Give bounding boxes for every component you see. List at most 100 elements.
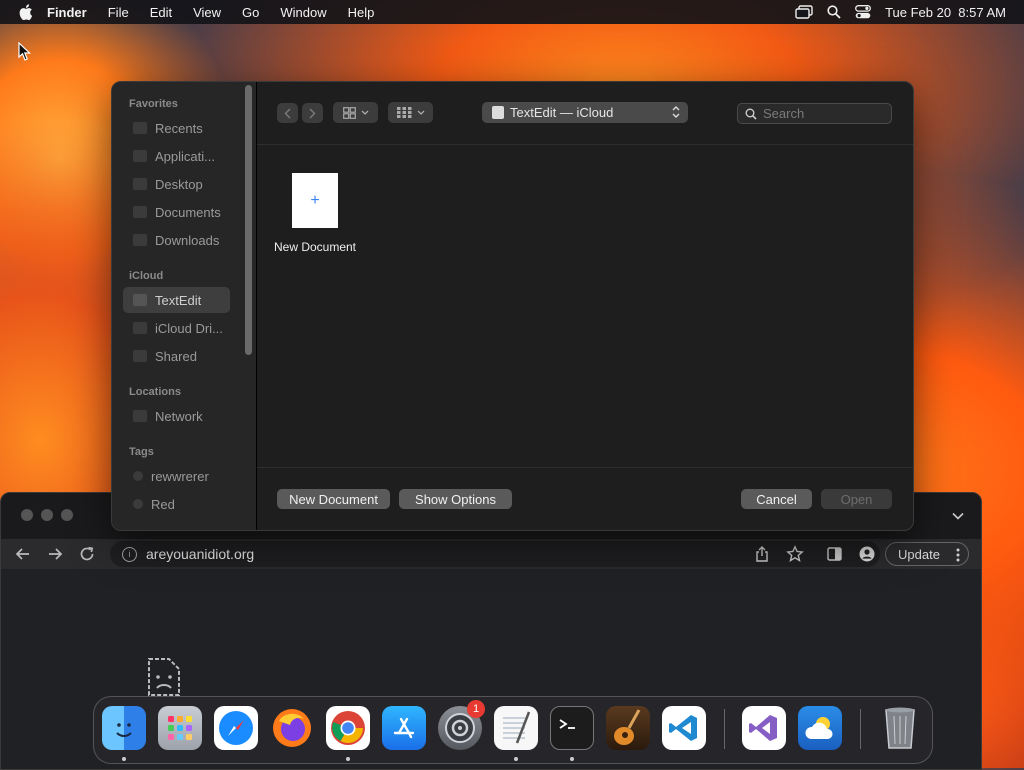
textedit-icon[interactable] — [494, 706, 538, 750]
group-by-button[interactable] — [388, 102, 433, 123]
side-panel-icon[interactable] — [827, 547, 842, 561]
grid-view-icon — [342, 106, 356, 119]
bookmark-star-icon[interactable] — [786, 545, 804, 563]
sidebar-item-tag-rewwrerer[interactable]: rewwrerer — [123, 463, 230, 489]
back-button[interactable] — [277, 103, 298, 123]
running-indicator — [514, 757, 518, 761]
sidebar-item-label: rewwrerer — [151, 468, 209, 484]
sidebar-item-shared[interactable]: Shared — [123, 343, 230, 369]
sidebar-item-network[interactable]: Network — [123, 403, 230, 429]
vscode-icon[interactable] — [662, 706, 706, 750]
location-popup[interactable]: TextEdit — iCloud — [482, 102, 688, 123]
site-info-icon[interactable]: i — [122, 546, 137, 562]
terminal-icon[interactable] — [550, 706, 594, 750]
tag-icon — [133, 471, 143, 481]
apple-menu-icon[interactable] — [19, 4, 33, 20]
sidebar-item-textedit[interactable]: TextEdit — [123, 287, 230, 313]
dialog-sidebar: Favorites Recents Applicati... Desktop D… — [112, 82, 257, 530]
sidebar-item-label: TextEdit — [155, 292, 202, 308]
cancel-button[interactable]: Cancel — [741, 489, 812, 509]
spotlight-search-icon[interactable] — [827, 5, 841, 19]
menu-edit[interactable]: Edit — [150, 5, 172, 20]
sidebar-item-downloads[interactable]: Downloads — [123, 227, 230, 253]
sidebar-item-label: Desktop — [155, 176, 203, 192]
show-options-button[interactable]: Show Options — [399, 489, 512, 509]
sidebar-item-label: Applicati... — [155, 148, 215, 164]
garageband-icon[interactable] — [606, 706, 650, 750]
mouse-cursor-icon — [18, 42, 31, 61]
network-icon — [133, 410, 147, 422]
window-minimize-button[interactable] — [41, 509, 53, 521]
sidebar-section-icloud: iCloud — [129, 270, 164, 282]
sidebar-item-applications[interactable]: Applicati... — [123, 143, 230, 169]
search-input[interactable] — [763, 106, 883, 121]
app-menu-finder[interactable]: Finder — [47, 5, 87, 20]
more-menu-icon[interactable] — [956, 548, 960, 562]
file-item-new-document[interactable]: + New Document — [272, 173, 358, 254]
sad-page-icon — [148, 658, 180, 696]
url-text: areyouanidiot.org — [146, 546, 255, 562]
chevron-left-icon — [284, 107, 291, 119]
back-arrow-icon[interactable] — [14, 545, 32, 563]
visual-studio-icon[interactable] — [742, 706, 786, 750]
open-button[interactable]: Open — [821, 489, 892, 509]
reload-icon[interactable] — [78, 545, 96, 563]
app-store-icon[interactable] — [382, 706, 426, 750]
dock-separator — [860, 709, 861, 749]
sidebar-item-label: Red — [151, 496, 175, 512]
tab-search-chevron-icon[interactable] — [952, 512, 964, 520]
forward-arrow-icon[interactable] — [46, 545, 64, 563]
share-icon[interactable] — [754, 546, 770, 563]
sidebar-item-desktop[interactable]: Desktop — [123, 171, 230, 197]
safari-icon[interactable] — [214, 706, 258, 750]
sidebar-item-label: Downloads — [155, 232, 220, 248]
menu-window[interactable]: Window — [280, 5, 326, 20]
new-document-button[interactable]: New Document — [277, 489, 390, 509]
dock — [93, 696, 933, 764]
downloads-icon — [133, 234, 147, 246]
sidebar-section-locations: Locations — [129, 386, 181, 398]
dialog-bottom-bar: New Document Show Options Cancel Open — [257, 467, 913, 530]
sidebar-item-recents[interactable]: Recents — [123, 115, 230, 141]
control-center-icon[interactable] — [855, 5, 872, 19]
window-zoom-button[interactable] — [61, 509, 73, 521]
search-field[interactable] — [737, 103, 892, 124]
location-label: TextEdit — iCloud — [510, 105, 614, 120]
menu-file[interactable]: File — [108, 5, 129, 20]
chevron-down-icon — [417, 110, 424, 115]
finder-icon[interactable] — [102, 706, 146, 750]
chevron-right-icon — [309, 107, 316, 119]
sidebar-item-label: Recents — [155, 120, 203, 136]
chevron-down-icon — [361, 110, 368, 115]
weather-icon[interactable] — [798, 706, 842, 750]
update-button[interactable]: Update — [885, 542, 969, 566]
profile-avatar-icon[interactable] — [859, 546, 875, 562]
chrome-icon[interactable] — [326, 706, 370, 750]
sidebar-item-icloud-drive[interactable]: iCloud Dri... — [123, 315, 230, 341]
icon-view-button[interactable] — [333, 102, 378, 123]
window-close-button[interactable] — [21, 509, 33, 521]
update-button-label: Update — [898, 546, 940, 562]
menu-go[interactable]: Go — [242, 5, 259, 20]
menu-help[interactable]: Help — [348, 5, 375, 20]
sidebar-section-tags: Tags — [129, 446, 154, 458]
screen-mirroring-icon[interactable] — [795, 5, 813, 19]
new-document-thumbnail[interactable]: + — [292, 173, 338, 228]
trash-icon[interactable] — [878, 706, 922, 750]
menu-view[interactable]: View — [193, 5, 221, 20]
sidebar-item-tag-red[interactable]: Red — [123, 491, 230, 517]
tag-icon — [133, 499, 143, 509]
running-indicator — [346, 757, 350, 761]
desktop-icon — [133, 178, 147, 190]
folder-icon — [133, 294, 147, 306]
launchpad-icon[interactable] — [158, 706, 202, 750]
forward-button[interactable] — [302, 103, 323, 123]
firefox-icon[interactable] — [270, 706, 314, 750]
dialog-toolbar: TextEdit — iCloud — [257, 82, 913, 145]
sidebar-item-documents[interactable]: Documents — [123, 199, 230, 225]
file-name: New Document — [273, 240, 357, 254]
menubar-clock[interactable]: Tue Feb 20 8:57 AM — [885, 5, 1006, 20]
applications-icon — [133, 150, 147, 162]
dock-separator — [724, 709, 725, 749]
sidebar-scrollbar[interactable] — [245, 85, 252, 355]
